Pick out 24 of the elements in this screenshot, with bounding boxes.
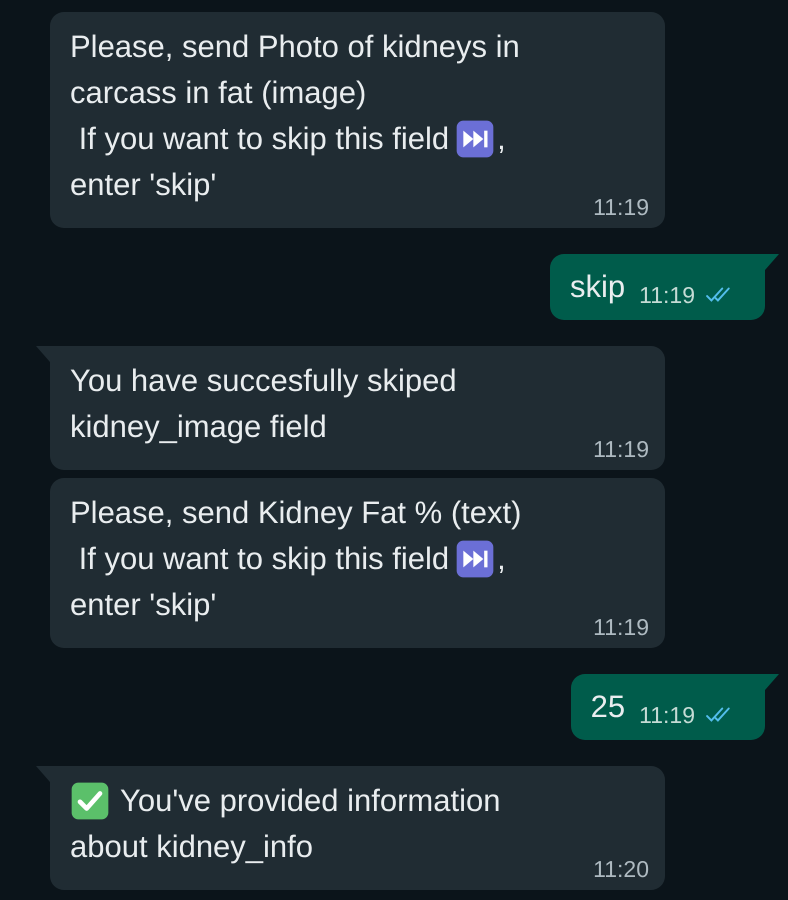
skip-forward-icon [455, 539, 496, 579]
message-text: You've provided information [120, 782, 500, 820]
message-time: 11:19 [639, 702, 695, 728]
message-text: about kidney_info [70, 828, 314, 866]
message-text: Please, send Kidney Fat % (text) [70, 494, 522, 532]
message-text: 25 [590, 688, 626, 726]
message-text: carcass in fat (image) [70, 74, 366, 112]
message-text: skip [570, 268, 626, 306]
message-time: 11:20 [593, 856, 649, 882]
message-time: 11:19 [593, 614, 649, 640]
message-text: , [497, 540, 506, 578]
message-text: If you want to skip this field [78, 540, 450, 578]
message-text: enter 'skip' [70, 166, 216, 204]
message-text: Please, send Photo of kidneys in [70, 28, 520, 66]
message-text: enter 'skip' [70, 586, 216, 624]
message-text: , [497, 120, 506, 158]
skip-forward-icon [455, 119, 496, 159]
checkmark-icon [70, 781, 110, 821]
message-time: 11:19 [639, 282, 695, 308]
message-text: You have succesfully skiped [70, 362, 457, 400]
message-time: 11:19 [593, 194, 649, 220]
message-text: kidney_image field [70, 408, 327, 446]
message-time: 11:19 [593, 436, 649, 462]
message-text: If you want to skip this field [78, 120, 450, 158]
